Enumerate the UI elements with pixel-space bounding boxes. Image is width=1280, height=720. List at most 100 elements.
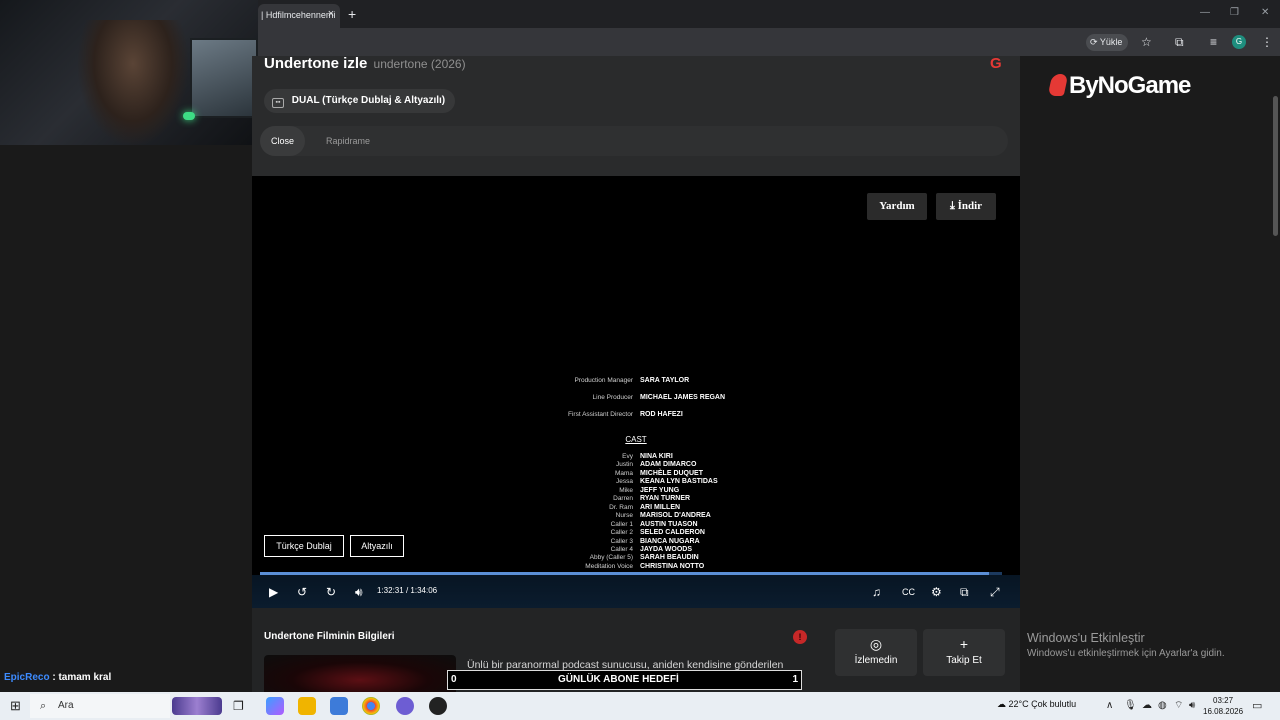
taskbar-search[interactable]: ⌕ Ara	[30, 694, 170, 718]
page-scrollbar[interactable]	[1273, 96, 1278, 236]
unwatched-button[interactable]: ◎ İzlemedin	[835, 629, 917, 676]
download-button[interactable]: ⤓ İndir	[936, 193, 996, 220]
start-icon[interactable]: ⊞	[10, 698, 21, 714]
webcam-overlay	[0, 0, 258, 145]
copilot-icon[interactable]	[266, 697, 284, 715]
bookmark-star-icon[interactable]: ☆	[1141, 35, 1152, 49]
dual-label: DUAL (Türkçe Dublaj & Altyazılı)	[291, 95, 446, 106]
video-player[interactable]: Production Manager SARA TAYLOR Line Produc…	[252, 176, 1020, 608]
webcam-monitor	[190, 38, 258, 118]
dual-audio-button[interactable]: ▪▪ DUAL (Türkçe Dublaj & Altyazılı)	[264, 89, 456, 113]
audio-track-icon[interactable]: ♫	[872, 585, 881, 599]
maximize-icon[interactable]: ❐	[1230, 7, 1239, 18]
media-control-icon[interactable]: ≡	[1210, 35, 1217, 49]
file-explorer-icon[interactable]	[298, 697, 316, 715]
unwatched-label: İzlemedin	[854, 655, 898, 666]
weather-widget[interactable]: ☁ 22°C Çok bulutlu	[997, 699, 1076, 710]
network-icon[interactable]: ◍	[1158, 698, 1167, 714]
credit-role: Abby (Caller 5)	[589, 554, 633, 562]
captions-icon[interactable]: CC	[902, 585, 915, 599]
volume-icon[interactable]: 🔊︎	[355, 585, 363, 599]
credit-name: SELED CALDERON	[640, 529, 705, 537]
menu-dots-icon[interactable]: ⋮	[1261, 35, 1273, 49]
bynogame-text: ByNoGame	[1069, 72, 1191, 99]
play-icon[interactable]: ▶	[269, 585, 278, 599]
site-content: Undertone izle undertone (2026) G ▪▪ DUA…	[252, 56, 1020, 692]
brand-g-icon: G	[990, 56, 1002, 72]
activation-subtitle: Windows'u etkinleştirmek için Ayarlar'a …	[1027, 648, 1225, 659]
info-title: Undertone Filminin Bilgileri	[264, 631, 395, 642]
credit-name: MICHAEL JAMES REGAN	[640, 394, 726, 401]
credit-role: First Assistant Director	[567, 411, 633, 418]
dual-icon: ▪▪	[272, 98, 284, 108]
settings-gear-icon[interactable]: ⚙	[931, 585, 942, 599]
warning-icon[interactable]: !	[793, 630, 807, 644]
credit-role: Production Manager	[574, 377, 633, 384]
follow-label: Takip Et	[946, 655, 982, 666]
credit-role: Dr. Ram	[609, 503, 633, 511]
bynogame-logo[interactable]: ByNoGame	[1047, 72, 1191, 100]
plus-icon: +	[959, 636, 969, 652]
speaker-icon[interactable]: 🔊︎	[1189, 698, 1195, 714]
movie-poster[interactable]	[264, 655, 456, 692]
credit-role: Caller 3	[610, 537, 633, 545]
credit-role: Line Producer	[592, 394, 633, 401]
minimize-icon[interactable]: —	[1200, 7, 1210, 18]
update-icon: ⟳	[1090, 37, 1098, 47]
credit-role: Nurse	[615, 512, 633, 520]
help-button[interactable]: Yardım	[867, 193, 927, 220]
credit-name: AUSTIN TUASON	[640, 520, 698, 528]
chrome-icon[interactable]	[362, 697, 380, 715]
cast-heading: CAST	[625, 435, 647, 444]
store-icon[interactable]	[330, 697, 348, 715]
browser-tabbar: | Hdfilmcehennemi × + — ❐ ✕	[258, 0, 1280, 28]
credit-name: KEANA LYN BASTIDAS	[640, 478, 718, 486]
credit-name: ARI MILLEN	[640, 503, 681, 511]
rewind-10-icon[interactable]: ↺	[297, 585, 307, 599]
windows-activation-watermark: Windows'u Etkinleştir Windows'u etkinleş…	[1027, 631, 1225, 659]
goal-label: GÜNLÜK ABONE HEDEFİ	[558, 674, 679, 685]
fullscreen-icon[interactable]: ⤢	[990, 585, 1000, 599]
notification-icon[interactable]: ▭	[1252, 698, 1262, 714]
update-button[interactable]: ⟳ Yükle	[1086, 34, 1129, 51]
pip-icon[interactable]: ⧉	[960, 585, 969, 599]
credit-role: Caller 4	[610, 545, 633, 553]
turkish-dub-button[interactable]: Türkçe Dublaj	[264, 535, 344, 557]
webcam-light	[183, 112, 195, 120]
movie-title-text: Undertone izle	[264, 56, 368, 72]
microphone-icon[interactable]: 🎙︎	[1124, 698, 1137, 714]
eye-off-icon: ◎	[869, 636, 883, 652]
subscriber-goal-bar: 0 GÜNLÜK ABONE HEDEFİ 1	[447, 670, 802, 690]
taskbar-clock[interactable]: 03:27 16.08.2026	[1203, 695, 1243, 717]
credit-name: ROD HAFEZI	[640, 411, 683, 418]
extensions-icon[interactable]: ⧉	[1175, 35, 1184, 49]
close-window-icon[interactable]: ✕	[1261, 7, 1269, 18]
tab-close-icon[interactable]: ×	[325, 8, 337, 20]
discord-icon[interactable]	[396, 697, 414, 715]
wifi-icon[interactable]: ⌔	[1174, 698, 1183, 714]
task-view-icon[interactable]: ❐	[233, 698, 244, 714]
tray-chevron-icon[interactable]: ∧	[1106, 698, 1113, 714]
credit-name: SARAH BEAUDIN	[640, 554, 699, 562]
subtitles-button[interactable]: Altyazılı	[350, 535, 404, 557]
obs-icon[interactable]	[429, 697, 447, 715]
credit-name: SARA TAYLOR	[640, 377, 690, 384]
credits-frame: Production Manager SARA TAYLOR Line Produc…	[252, 176, 1020, 568]
profile-avatar[interactable]: G	[1232, 35, 1246, 49]
download-icon: ⤓	[949, 200, 955, 212]
right-sidebar: ByNoGame Windows'u Etkinleştir Windows'u…	[1020, 56, 1280, 692]
credit-role: Darren	[613, 495, 633, 503]
browser-toolbar: ⟳ Yükle ☆ ⧉ ≡ G ⋮	[258, 28, 1280, 56]
source-tab-close[interactable]: Close	[260, 126, 306, 156]
forward-10-icon[interactable]: ↻	[326, 585, 336, 599]
follow-button[interactable]: + Takip Et	[923, 629, 1005, 676]
current-time: 1:32:31	[377, 586, 404, 595]
search-placeholder: Ara	[58, 700, 74, 711]
movie-title: Undertone izle undertone (2026)	[264, 56, 466, 72]
search-highlight-icon[interactable]	[172, 697, 222, 715]
download-label: İndir	[957, 200, 983, 212]
onedrive-icon[interactable]: ☁	[1142, 698, 1152, 714]
new-tab-icon[interactable]: +	[348, 6, 356, 22]
left-panel	[0, 145, 252, 692]
source-tab-rapidrame[interactable]: Rapidrame	[315, 126, 381, 156]
